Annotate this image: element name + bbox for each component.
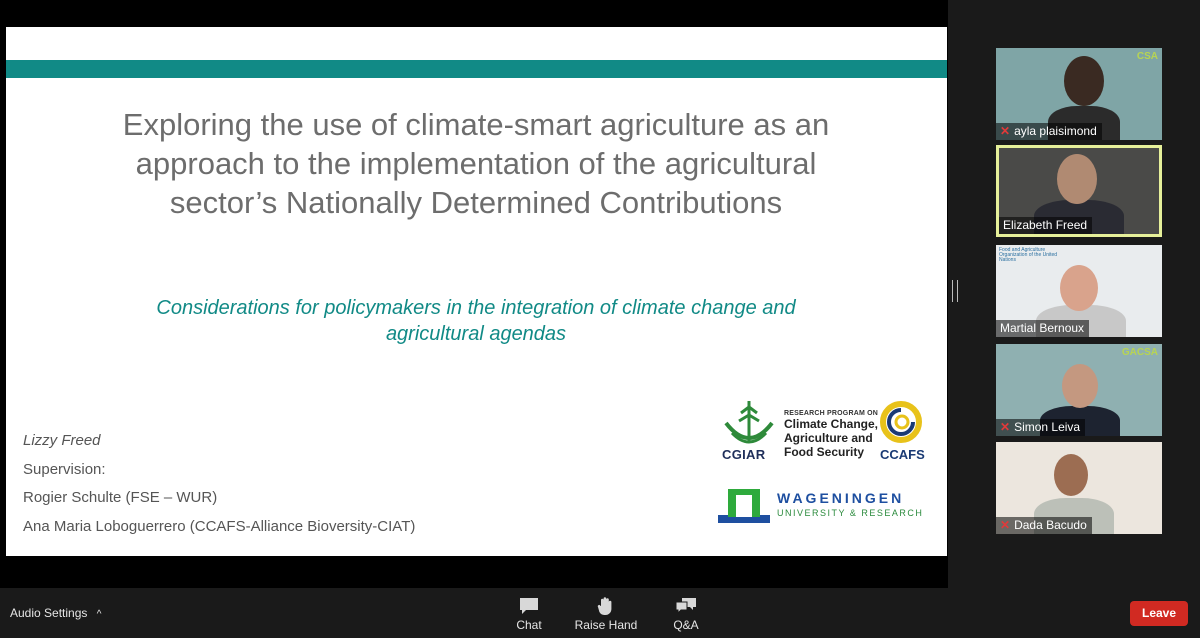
ccafs-line-3: Food Security [784,445,865,459]
supervision-label: Supervision: [23,460,106,478]
participant-name-bar: Elizabeth Freed [999,217,1093,234]
participant-name: Simon Leiva [1014,420,1081,434]
chat-label: Chat [516,618,542,632]
supervisor-2: Ana Maria Loboguerrero (CCAFS-Alliance B… [23,517,416,535]
qa-button[interactable]: Q&A [651,596,721,632]
fao-badge: Food and Agriculture Organization of the… [999,247,1058,263]
ccafs-line-2: Agriculture and [784,431,873,445]
csa-badge: CSA [1136,51,1158,62]
chat-button[interactable]: Chat [494,596,564,632]
participant-tile-ayla[interactable]: CSA ✕ ayla plaisimond [996,48,1162,140]
meeting-toolbar: Audio Settings ^ Chat Raise Hand Q&A Lea… [0,588,1200,638]
participant-name-bar: ✕ Dada Bacudo [996,517,1092,534]
participant-name: Dada Bacudo [1014,518,1087,532]
gacsa-badge: GACSA [1121,347,1158,358]
ccafs-logo-icon [880,401,922,443]
slide-title: Exploring the use of climate-smart agric… [122,107,830,220]
panel-resize-handle[interactable] [952,280,958,302]
cgiar-label: CGIAR [722,447,766,462]
participant-name: ayla plaisimond [1014,124,1097,138]
participant-face [1054,454,1088,496]
participant-tile-simon[interactable]: GACSA ✕ Simon Leiva [996,344,1162,436]
slide-subtitle: Considerations for policymakers in the i… [156,297,796,345]
slide-credits: Lizzy Freed Supervision: Rogier Schulte … [23,427,415,541]
slide-header-band [6,60,947,78]
audio-settings-label: Audio Settings [10,606,88,620]
participant-name: Elizabeth Freed [1003,218,1088,232]
qa-label: Q&A [673,618,699,632]
wur-name: WAGENINGEN [777,490,905,506]
raise-hand-button[interactable]: Raise Hand [571,596,641,632]
mic-muted-icon: ✕ [1000,518,1011,532]
participant-name-bar: ✕ Simon Leiva [996,419,1086,436]
participant-name-bar: ✕ ayla plaisimond [996,123,1102,140]
chevron-up-icon: ^ [96,609,102,620]
wageningen-logo-icon [718,489,770,523]
participant-face [1060,265,1098,311]
raise-hand-icon [571,596,641,618]
wur-subtitle: UNIVERSITY & RESEARCH [777,508,924,518]
leave-button[interactable]: Leave [1130,601,1188,626]
supervisor-1: Rogier Schulte (FSE – WUR) [23,489,218,506]
participant-face [1064,56,1104,106]
participant-tile-elizabeth[interactable]: Elizabeth Freed [996,145,1162,237]
chat-bubble-icon [494,596,564,618]
ccafs-program-text: RESEARCH PROGRAM ON Climate Change, Agri… [784,410,879,459]
participant-name-bar: Martial Bernoux [996,320,1090,337]
ccafs-program-label: RESEARCH PROGRAM ON [784,410,879,417]
audio-settings-button[interactable]: Audio Settings ^ [10,606,101,620]
participant-name: Martial Bernoux [1000,321,1085,335]
presentation-slide: Exploring the use of climate-smart agric… [6,27,947,556]
qa-bubbles-icon [651,596,721,618]
participant-face [1062,364,1098,408]
participant-tile-martial[interactable]: Food and Agriculture Organization of the… [996,245,1162,337]
participant-face [1057,154,1097,204]
zoom-meeting-window: Exploring the use of climate-smart agric… [0,0,1200,638]
author-name: Lizzy Freed [23,432,101,449]
participant-tile-dada[interactable]: ✕ Dada Bacudo [996,442,1162,534]
ccafs-line-1: Climate Change, [784,417,879,431]
raise-hand-label: Raise Hand [574,618,638,632]
mic-muted-icon: ✕ [1000,124,1011,138]
mic-muted-icon: ✕ [1000,420,1011,434]
ccafs-label: CCAFS [880,447,925,462]
screen-share-area: Exploring the use of climate-smart agric… [0,0,948,588]
